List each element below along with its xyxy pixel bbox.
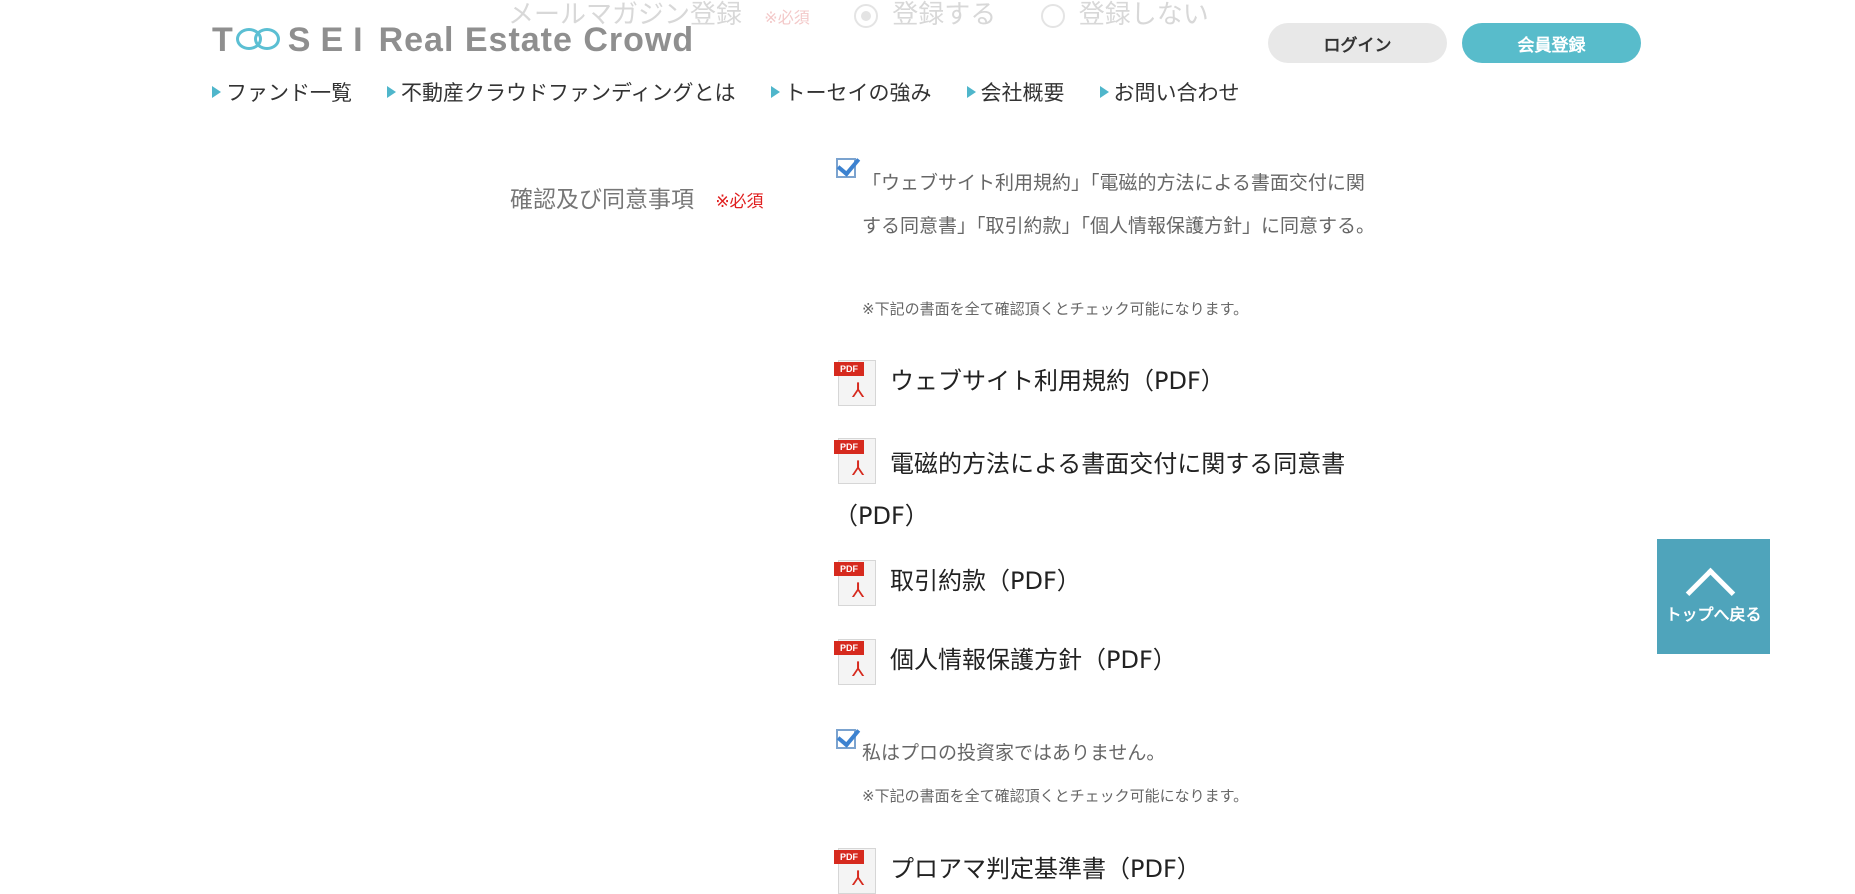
pdf-link-privacy-policy[interactable]: PDF ⅄ 個人情報保護方針（PDF） (834, 639, 1177, 685)
triangle-right-icon (212, 86, 221, 98)
pdf-link-electronic-consent[interactable]: PDF ⅄ 電磁的方法による書面交付に関する同意書（PDF） (834, 438, 1394, 542)
check-icon (836, 152, 861, 177)
logo-sei: SEI (287, 20, 373, 59)
nav-label: お問い合わせ (1113, 81, 1240, 105)
logo-text: Real Estate Crowd (378, 20, 695, 59)
nav-item-funds[interactable]: ファンド一覧 (212, 77, 352, 107)
consent-label: 確認及び同意事項 ※必須 (510, 180, 764, 214)
nav-label: 不動産クラウドファンディングとは (401, 81, 736, 105)
pdf-link-label: 個人情報保護方針（PDF） (890, 646, 1177, 674)
logo-letter-t: T (212, 20, 234, 59)
nav-label: ファンド一覧 (226, 81, 352, 105)
nav-label: 会社概要 (980, 81, 1065, 105)
back-to-top-button[interactable]: トップへ戻る (1657, 539, 1770, 654)
login-button[interactable]: ログイン (1268, 23, 1447, 63)
pdf-link-pro-criteria[interactable]: PDF ⅄ プロアマ判定基準書（PDF） (834, 848, 1201, 894)
not-pro-investor-checkbox[interactable] (836, 723, 861, 749)
nav-item-contact[interactable]: お問い合わせ (1099, 77, 1240, 107)
pro-note: ※下記の書面を全て確認頂くとチェック可能になります。 (862, 787, 1249, 805)
nav-item-about-crowdfunding[interactable]: 不動産クラウドファンディングとは (387, 77, 736, 107)
pdf-link-website-terms[interactable]: PDF ⅄ ウェブサイト利用規約（PDF） (834, 360, 1225, 406)
logo-ring-icon (235, 28, 282, 52)
pdf-icon: PDF ⅄ (834, 360, 876, 406)
triangle-right-icon (1099, 86, 1109, 98)
nav-label: トーセイの強み (784, 81, 932, 105)
consent-label-text: 確認及び同意事項 (510, 187, 694, 213)
pdf-link-label: ウェブサイト利用規約（PDF） (890, 367, 1225, 395)
nav-item-company[interactable]: 会社概要 (966, 77, 1065, 107)
pdf-link-label: 取引約款（PDF） (890, 567, 1081, 595)
triangle-right-icon (966, 86, 976, 98)
required-badge: ※必須 (715, 192, 764, 212)
pdf-link-transaction-terms[interactable]: PDF ⅄ 取引約款（PDF） (834, 560, 1081, 606)
register-button[interactable]: 会員登録 (1462, 23, 1641, 63)
agree-note: ※下記の書面を全て確認頂くとチェック可能になります。 (862, 300, 1249, 318)
site-logo[interactable]: T SEI Real Estate Crowd (212, 20, 694, 60)
pdf-link-label: 電磁的方法による書面交付に関する同意書（PDF） (834, 450, 1346, 530)
site-header: T SEI Real Estate Crowd ログイン 会員登録 ファンド一覧… (0, 0, 1855, 120)
not-pro-investor-text: 私はプロの投資家ではありません。 (862, 742, 1166, 764)
pdf-icon: PDF ⅄ (834, 639, 876, 685)
nav-item-strengths[interactable]: トーセイの強み (770, 77, 932, 107)
back-to-top-label: トップへ戻る (1665, 605, 1762, 624)
pdf-icon: PDF ⅄ (834, 848, 876, 894)
agree-terms-text: 「ウェブサイト利用規約」「電磁的方法による書面交付に関する同意書」「取引約款」「… (862, 172, 1376, 237)
main-nav: ファンド一覧 不動産クラウドファンディングとは トーセイの強み 会社概要 お問い… (212, 77, 1275, 107)
check-icon (836, 723, 861, 748)
pdf-icon: PDF ⅄ (834, 438, 876, 484)
pdf-icon: PDF ⅄ (834, 560, 876, 606)
triangle-right-icon (387, 86, 396, 98)
pdf-link-label: プロアマ判定基準書（PDF） (890, 855, 1201, 883)
triangle-right-icon (770, 86, 780, 98)
agree-terms-checkbox[interactable] (836, 152, 861, 178)
